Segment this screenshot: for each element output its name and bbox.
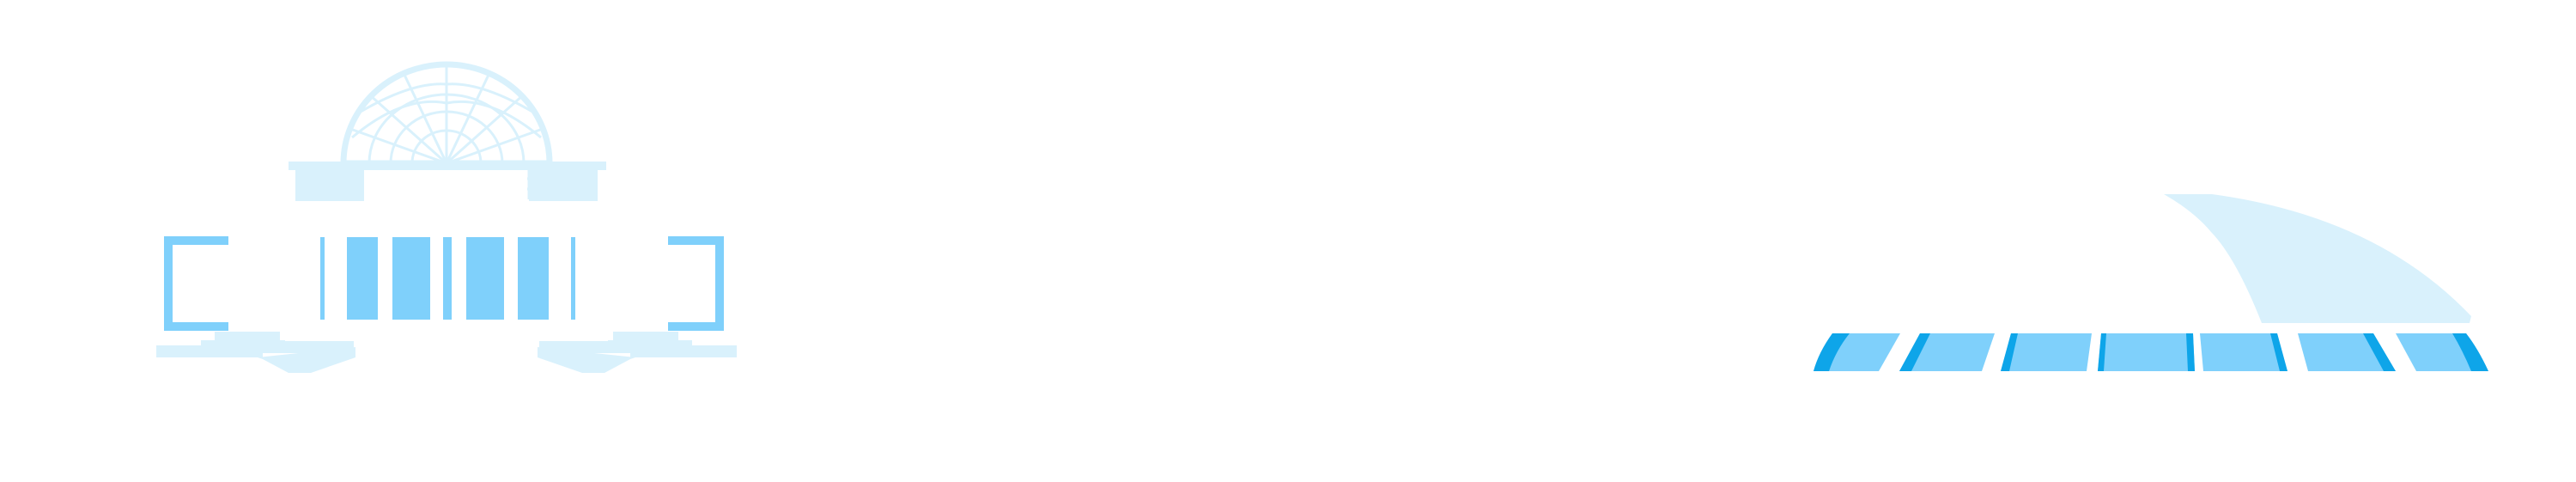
right-side-block bbox=[529, 168, 598, 201]
glass-dome bbox=[340, 61, 553, 167]
ledge-grilles bbox=[352, 168, 539, 199]
sail-roof-stadium-illustration bbox=[1814, 194, 2488, 371]
stadium-panels bbox=[1814, 333, 2488, 371]
illustration-canvas bbox=[0, 0, 2576, 482]
facade-columns bbox=[320, 237, 575, 320]
left-facade-bracket bbox=[164, 236, 228, 331]
right-facade-bracket bbox=[668, 236, 724, 331]
domed-pavilion-illustration bbox=[156, 61, 737, 373]
illustration-svg bbox=[156, 61, 2488, 373]
building-base bbox=[156, 332, 737, 373]
sail-roof bbox=[2164, 194, 2471, 323]
